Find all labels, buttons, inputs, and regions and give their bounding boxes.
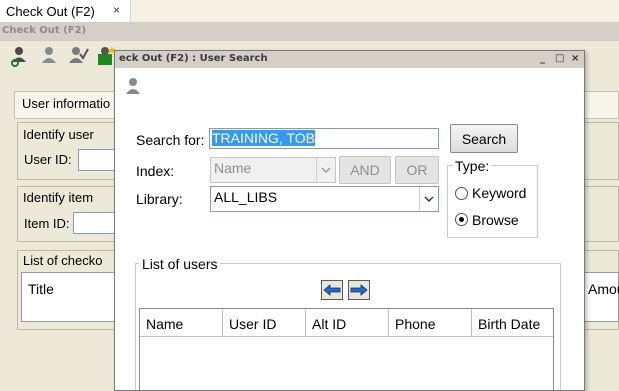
search-input-text: TRAINING, TOB [212, 130, 315, 146]
search-input[interactable]: TRAINING, TOB [209, 128, 439, 149]
column-header-name[interactable]: Name [140, 309, 223, 337]
close-icon[interactable]: × [571, 53, 579, 64]
library-label: Library: [136, 191, 183, 207]
maximize-icon[interactable]: □ [555, 53, 564, 64]
tab-check-out[interactable]: Check Out (F2) × [0, 0, 131, 22]
browse-label: Browse [472, 212, 519, 228]
identify-item-label: Identify item [23, 190, 94, 205]
library-select-value: ALL_LIBS [214, 189, 278, 205]
user-search-dialog: eck Out (F2) : User Search _ □ × Search … [114, 50, 585, 391]
chevron-down-icon [419, 187, 438, 211]
user-id-label: User ID: [24, 152, 72, 167]
search-for-label: Search for: [136, 132, 205, 148]
window-title: Check Out (F2) [0, 22, 619, 41]
user-search-icon [126, 78, 140, 94]
identify-user-label: Identify user [23, 127, 94, 142]
dialog-title-text: eck Out (F2) : User Search [119, 53, 268, 64]
item-id-field[interactable] [73, 212, 118, 234]
user-check-icon[interactable] [67, 45, 89, 67]
title-column-header: Title [28, 281, 54, 297]
user-id-field[interactable] [78, 149, 118, 171]
user-gray-icon[interactable] [38, 45, 60, 67]
close-icon[interactable]: × [113, 3, 120, 17]
list-of-users-label: List of users [139, 256, 221, 272]
or-button[interactable]: OR [395, 156, 439, 184]
type-label: Type: [453, 158, 492, 174]
keyword-label: Keyword [472, 185, 527, 201]
item-id-label: Item ID: [24, 216, 70, 231]
and-button[interactable]: AND [339, 156, 391, 184]
arrow-right-button[interactable] [348, 280, 370, 300]
arrow-left-icon [323, 284, 341, 296]
dialog-title: eck Out (F2) : User Search _ □ × [115, 51, 584, 68]
arrow-right-icon [350, 284, 368, 296]
column-header-alt-id[interactable]: Alt ID [306, 309, 389, 337]
user-icon[interactable] [8, 45, 30, 67]
column-header-user-id[interactable]: User ID [223, 309, 306, 337]
column-header-birth-date[interactable]: Birth Date [472, 309, 553, 337]
tab-label: Check Out (F2) [6, 3, 95, 19]
arrow-left-button[interactable] [321, 280, 343, 300]
keyword-radio[interactable] [455, 187, 468, 200]
minimize-icon[interactable]: _ [540, 53, 545, 64]
tab-strip: Check Out (F2) × [0, 0, 619, 22]
index-select-value: Name [214, 160, 252, 176]
index-select[interactable]: Name [210, 157, 336, 183]
amount-column-header: Amou [588, 281, 619, 297]
search-button[interactable]: Search [450, 124, 518, 153]
checkouts-label: List of checko [23, 253, 103, 268]
index-label: Index: [136, 163, 175, 179]
dialog-body: Search for: TRAINING, TOB Search Index: … [115, 68, 584, 390]
users-table[interactable]: Name User ID Alt ID Phone Birth Date [139, 308, 554, 390]
browse-radio[interactable] [455, 213, 468, 226]
chevron-down-icon [316, 158, 335, 182]
column-header-phone[interactable]: Phone [389, 309, 472, 337]
user-info-tab-label: User informatio [22, 96, 111, 111]
library-select[interactable]: ALL_LIBS [210, 186, 439, 212]
